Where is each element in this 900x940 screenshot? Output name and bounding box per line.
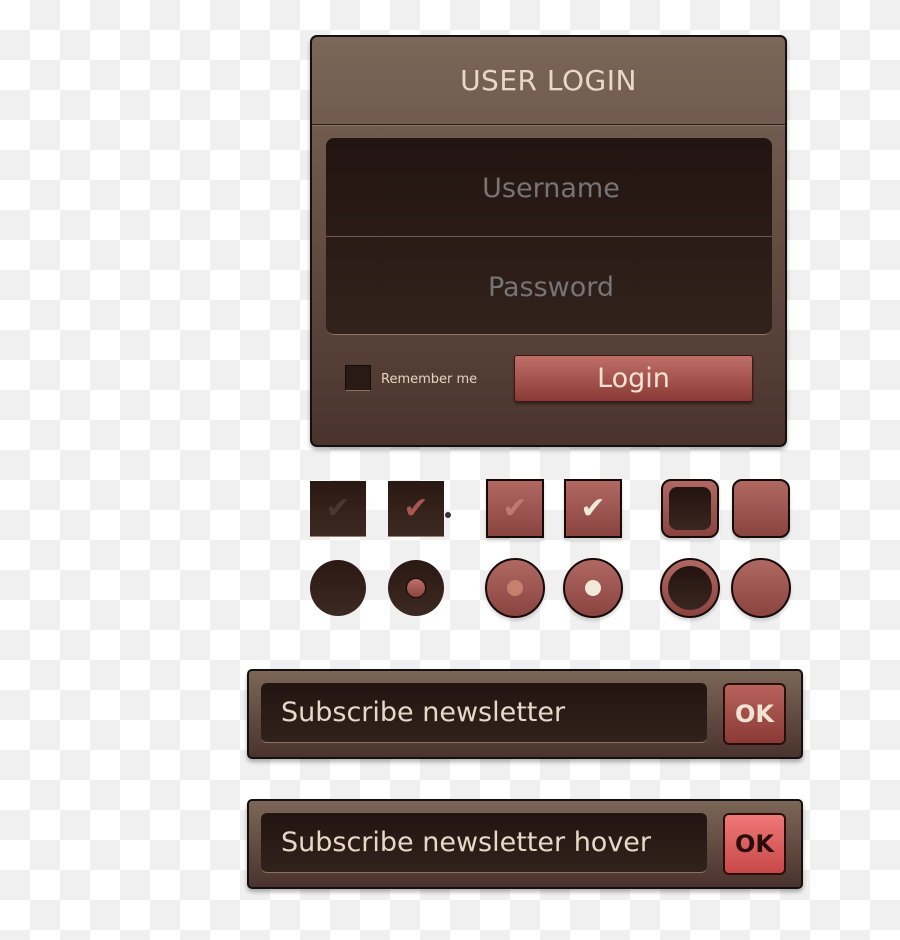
radio-pressed[interactable]: [660, 558, 720, 618]
check-icon: ✔: [502, 490, 528, 526]
radio-dark-checked[interactable]: [388, 560, 444, 616]
remember-me-checkbox[interactable]: [345, 365, 371, 391]
login-panel: USER LOGIN Remember me Login: [310, 35, 787, 447]
check-icon: ✔: [403, 490, 429, 526]
password-input[interactable]: [326, 237, 776, 337]
login-title: USER LOGIN: [312, 37, 785, 125]
check-icon: ✔: [325, 490, 351, 526]
radio-dark-unchecked[interactable]: [310, 560, 366, 616]
ok-button[interactable]: OK: [723, 683, 786, 745]
login-fields: [326, 138, 776, 337]
checkbox-red-checked[interactable]: ✔: [564, 479, 622, 538]
username-input[interactable]: [326, 138, 776, 238]
newsletter-input[interactable]: Subscribe newsletter: [261, 683, 707, 743]
checkbox-rounded[interactable]: [732, 479, 790, 538]
check-icon: ✔: [580, 490, 606, 526]
radio-red-checked[interactable]: [563, 558, 623, 618]
checkbox-rounded-pressed[interactable]: [661, 479, 719, 538]
newsletter-input-hover[interactable]: Subscribe newsletter hover: [261, 813, 707, 873]
newsletter-bar-hover: Subscribe newsletter hover OK: [247, 799, 803, 889]
dot: [445, 512, 451, 518]
checkbox-dark-unchecked[interactable]: ✔: [310, 481, 366, 537]
checkbox-red-unchecked[interactable]: ✔: [486, 479, 544, 538]
remember-me-label: Remember me: [381, 372, 478, 387]
ok-button-hover[interactable]: OK: [723, 813, 786, 875]
login-button[interactable]: Login: [514, 355, 753, 402]
newsletter-bar: Subscribe newsletter OK: [247, 669, 803, 759]
radio-round[interactable]: [731, 558, 791, 618]
radio-red-unchecked[interactable]: [485, 558, 545, 618]
checkbox-dark-checked[interactable]: ✔: [388, 481, 444, 537]
